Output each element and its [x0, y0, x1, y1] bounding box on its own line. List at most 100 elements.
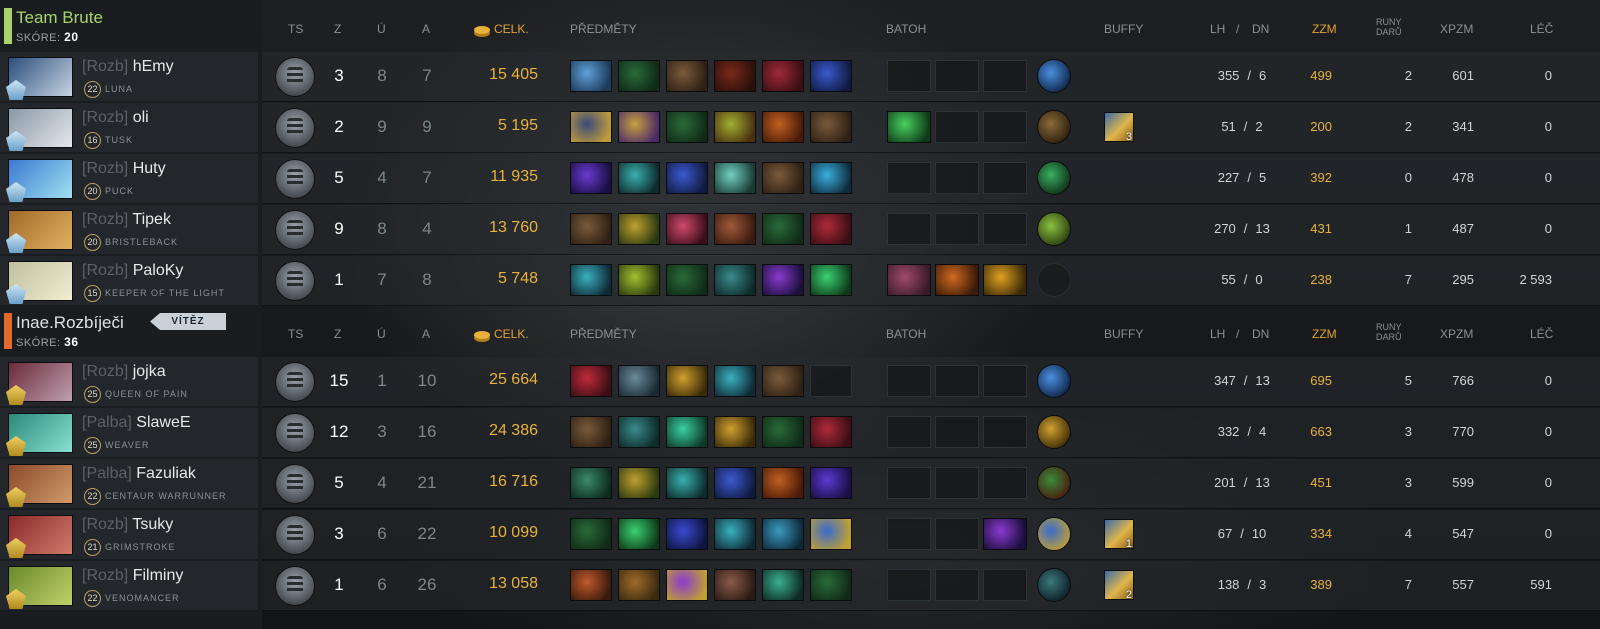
item-icon[interactable]	[714, 111, 756, 143]
item-icon[interactable]	[714, 264, 756, 296]
item-icon[interactable]	[666, 467, 708, 499]
player-card[interactable]: [Rozb] Tsuky 21 GRIMSTROKE	[0, 510, 258, 559]
item-icon[interactable]	[570, 213, 612, 245]
item-icon[interactable]	[666, 264, 708, 296]
talent-tree-icon[interactable]	[275, 57, 315, 97]
item-icon[interactable]	[762, 467, 804, 499]
player-card[interactable]: [Palba] Fazuliak 22 CENTAUR WARRUNNER	[0, 459, 258, 508]
talent-tree-icon[interactable]	[275, 108, 315, 148]
player-name[interactable]: [Rozb] jojka	[82, 363, 166, 381]
item-icon[interactable]	[618, 518, 660, 550]
item-icon[interactable]	[762, 213, 804, 245]
item-icon[interactable]	[666, 416, 708, 448]
talent-tree-icon[interactable]	[275, 464, 315, 504]
item-icon[interactable]	[618, 162, 660, 194]
item-icon[interactable]	[714, 213, 756, 245]
item-icon[interactable]	[810, 264, 852, 296]
item-icon[interactable]	[618, 264, 660, 296]
backpack-item-icon[interactable]	[887, 111, 931, 143]
item-icon[interactable]	[714, 569, 756, 601]
player-name[interactable]: [Palba] Fazuliak	[82, 465, 196, 483]
item-icon[interactable]	[714, 365, 756, 397]
player-name[interactable]: [Rozb] oli	[82, 109, 149, 127]
item-icon[interactable]	[666, 569, 708, 601]
item-icon[interactable]	[570, 162, 612, 194]
talent-tree-icon[interactable]	[275, 362, 315, 402]
item-icon[interactable]	[762, 60, 804, 92]
item-icon[interactable]	[618, 111, 660, 143]
item-icon[interactable]	[810, 213, 852, 245]
player-card[interactable]: [Rozb] Huty 20 PUCK	[0, 154, 258, 203]
neutral-item-icon[interactable]	[1037, 364, 1071, 398]
aghanims-shard-buff-icon[interactable]: 2	[1104, 570, 1134, 601]
item-icon[interactable]	[810, 111, 852, 143]
item-icon[interactable]	[810, 467, 852, 499]
item-icon[interactable]	[666, 111, 708, 143]
talent-tree-icon[interactable]	[275, 261, 315, 301]
item-icon[interactable]	[810, 162, 852, 194]
backpack-item-icon[interactable]	[935, 264, 979, 296]
item-icon[interactable]	[762, 162, 804, 194]
item-icon[interactable]	[618, 213, 660, 245]
player-name[interactable]: [Rozb] PaloKy	[82, 262, 183, 280]
item-icon[interactable]	[810, 569, 852, 601]
item-icon[interactable]	[714, 518, 756, 550]
player-name[interactable]: [Rozb] hEmy	[82, 58, 174, 76]
player-card[interactable]: [Rozb] Tipek 20 BRISTLEBACK	[0, 205, 258, 254]
item-icon[interactable]	[570, 416, 612, 448]
item-icon[interactable]	[570, 365, 612, 397]
item-icon[interactable]	[810, 416, 852, 448]
item-icon[interactable]	[666, 60, 708, 92]
item-icon[interactable]	[714, 162, 756, 194]
item-icon[interactable]	[762, 365, 804, 397]
item-icon[interactable]	[570, 60, 612, 92]
talent-tree-icon[interactable]	[275, 159, 315, 199]
neutral-item-icon[interactable]	[1037, 568, 1071, 602]
item-icon[interactable]	[762, 416, 804, 448]
neutral-item-icon[interactable]	[1037, 415, 1071, 449]
item-icon[interactable]	[570, 111, 612, 143]
aghanims-shard-buff-icon[interactable]: 3	[1104, 112, 1134, 143]
item-icon[interactable]	[570, 569, 612, 601]
neutral-item-icon[interactable]	[1037, 212, 1071, 246]
item-icon[interactable]	[618, 416, 660, 448]
item-icon[interactable]	[762, 569, 804, 601]
item-icon[interactable]	[666, 213, 708, 245]
item-icon[interactable]	[618, 569, 660, 601]
item-icon[interactable]	[810, 518, 852, 550]
player-card[interactable]: [Rozb] jojka 25 QUEEN OF PAIN	[0, 357, 258, 406]
player-name[interactable]: [Palba] SlaweE	[82, 414, 191, 432]
neutral-item-icon[interactable]	[1037, 59, 1071, 93]
backpack-item-icon[interactable]	[887, 264, 931, 296]
item-icon[interactable]	[666, 365, 708, 397]
talent-tree-icon[interactable]	[275, 515, 315, 555]
item-icon[interactable]	[666, 162, 708, 194]
player-card[interactable]: [Rozb] hEmy 22 LUNA	[0, 52, 258, 101]
talent-tree-icon[interactable]	[275, 210, 315, 250]
item-icon[interactable]	[714, 467, 756, 499]
item-icon[interactable]	[570, 467, 612, 499]
player-name[interactable]: [Rozb] Filminy	[82, 567, 183, 585]
neutral-item-icon[interactable]	[1037, 161, 1071, 195]
player-card[interactable]: [Palba] SlaweE 25 WEAVER	[0, 408, 258, 457]
player-name[interactable]: [Rozb] Tipek	[82, 211, 171, 229]
player-card[interactable]: [Rozb] PaloKy 15 KEEPER OF THE LIGHT	[0, 256, 258, 305]
item-icon[interactable]	[570, 518, 612, 550]
neutral-item-icon[interactable]	[1037, 517, 1071, 551]
player-card[interactable]: [Rozb] Filminy 22 VENOMANCER	[0, 561, 258, 610]
aghanims-shard-buff-icon[interactable]: 1	[1104, 519, 1134, 550]
item-icon[interactable]	[618, 60, 660, 92]
item-icon[interactable]	[810, 60, 852, 92]
player-name[interactable]: [Rozb] Huty	[82, 160, 166, 178]
talent-tree-icon[interactable]	[275, 566, 315, 606]
item-icon[interactable]	[714, 416, 756, 448]
neutral-item-icon[interactable]	[1037, 466, 1071, 500]
item-icon[interactable]	[714, 60, 756, 92]
item-icon[interactable]	[618, 365, 660, 397]
item-icon[interactable]	[762, 264, 804, 296]
item-icon[interactable]	[762, 111, 804, 143]
backpack-item-icon[interactable]	[983, 264, 1027, 296]
neutral-item-icon[interactable]	[1037, 110, 1071, 144]
item-icon[interactable]	[570, 264, 612, 296]
item-icon[interactable]	[762, 518, 804, 550]
